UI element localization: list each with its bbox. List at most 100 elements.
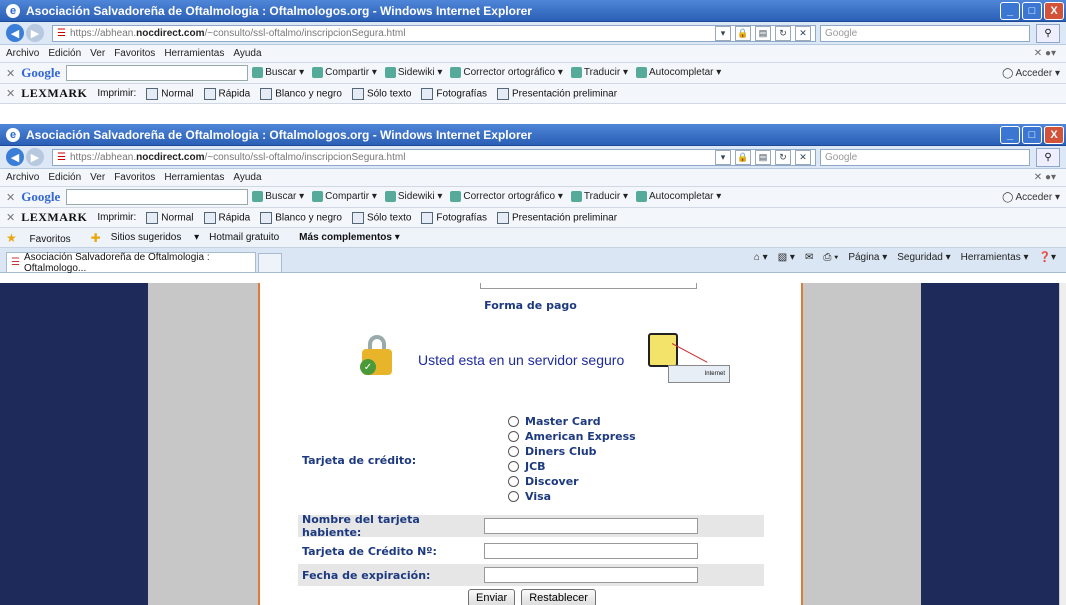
previous-field-input[interactable] bbox=[480, 283, 697, 289]
print-button[interactable]: ⎙ ▾ bbox=[823, 252, 838, 263]
lexmark-normal[interactable]: Normal bbox=[146, 211, 194, 224]
refresh-icon[interactable]: ↻ bbox=[775, 149, 791, 165]
google-corrector[interactable]: Corrector ortográfico ▾ bbox=[450, 67, 563, 79]
radio-icon[interactable] bbox=[508, 431, 519, 442]
lexmark-bn[interactable]: Blanco y negro bbox=[260, 211, 342, 224]
toolbar-close-icon[interactable]: ✕ bbox=[6, 191, 15, 204]
cmd-seguridad[interactable]: Seguridad ▾ bbox=[897, 252, 950, 263]
toolbar-close-icon[interactable]: ✕ bbox=[6, 67, 15, 80]
cmd-pagina[interactable]: Página ▾ bbox=[848, 252, 887, 263]
minimize-button[interactable]: _ bbox=[1000, 125, 1020, 144]
lexmark-close-icon[interactable]: ✕ bbox=[6, 211, 15, 224]
forward-icon[interactable]: ▶ bbox=[26, 148, 44, 166]
minimize-button[interactable]: _ bbox=[1000, 1, 1020, 20]
fav-hotmail[interactable]: Hotmail gratuito bbox=[209, 232, 289, 243]
search-input[interactable]: Google bbox=[820, 148, 1030, 166]
lock-icon[interactable]: 🔒 bbox=[735, 25, 751, 41]
google-compartir[interactable]: Compartir ▾ bbox=[312, 67, 377, 79]
lexmark-rapida[interactable]: Rápida bbox=[203, 87, 250, 100]
home-icon[interactable]: ⌂ ▾ bbox=[754, 252, 768, 263]
google-corrector[interactable]: Corrector ortográfico ▾ bbox=[450, 191, 563, 203]
menu-edicion[interactable]: Edición bbox=[48, 48, 81, 59]
cmd-herramientas[interactable]: Herramientas ▾ bbox=[961, 252, 1029, 263]
dropdown-icon[interactable]: ▾ bbox=[715, 149, 731, 165]
close-button[interactable]: X bbox=[1044, 125, 1064, 144]
menu-herramientas[interactable]: Herramientas bbox=[164, 48, 224, 59]
google-traducir[interactable]: Traducir ▾ bbox=[570, 191, 628, 203]
menu-close-icon[interactable]: ✕ ●▾ bbox=[1034, 172, 1056, 183]
google-acceder[interactable]: ◯ Acceder ▾ bbox=[1002, 192, 1060, 203]
url-input[interactable]: ☰ https://abhean. nocdirect.com/~consulto… bbox=[52, 148, 816, 166]
option-american-express[interactable]: American Express bbox=[508, 429, 636, 444]
google-buscar[interactable]: Buscar ▾ bbox=[252, 67, 304, 79]
google-search-input[interactable] bbox=[66, 189, 249, 205]
compat-icon[interactable]: ▤ bbox=[755, 149, 771, 165]
feeds-icon[interactable]: ▧ ▾ bbox=[778, 252, 795, 263]
menu-edicion[interactable]: Edición bbox=[48, 172, 81, 183]
submit-button[interactable]: Enviar bbox=[468, 589, 516, 605]
option-discover[interactable]: Discover bbox=[508, 474, 636, 489]
radio-icon[interactable] bbox=[508, 461, 519, 472]
lexmark-rapida[interactable]: Rápida bbox=[203, 211, 250, 224]
menu-ayuda[interactable]: Ayuda bbox=[233, 172, 261, 183]
search-input[interactable]: Google bbox=[820, 24, 1030, 42]
back-icon[interactable]: ◀ bbox=[6, 24, 24, 42]
lock-icon[interactable]: 🔒 bbox=[735, 149, 751, 165]
fav-sitios[interactable]: Sitios sugeridos ▾ bbox=[111, 232, 199, 243]
google-autocompletar[interactable]: Autocompletar ▾ bbox=[636, 191, 721, 203]
fav-mas[interactable]: Más complementos ▾ bbox=[299, 232, 400, 243]
radio-icon[interactable] bbox=[508, 491, 519, 502]
lexmark-preview[interactable]: Presentación preliminar bbox=[497, 87, 617, 100]
radio-icon[interactable] bbox=[508, 446, 519, 457]
menu-archivo[interactable]: Archivo bbox=[6, 48, 39, 59]
lexmark-texto[interactable]: Sólo texto bbox=[351, 211, 411, 224]
option-jcb[interactable]: JCB bbox=[508, 459, 636, 474]
cardholder-input[interactable] bbox=[484, 518, 698, 534]
google-sidewiki[interactable]: Sidewiki ▾ bbox=[384, 67, 442, 79]
help-icon[interactable]: ❓▾ bbox=[1039, 252, 1056, 263]
option-diners-club[interactable]: Diners Club bbox=[508, 444, 636, 459]
menu-favoritos[interactable]: Favoritos bbox=[114, 172, 155, 183]
reset-button[interactable]: Restablecer bbox=[521, 589, 596, 605]
maximize-button[interactable]: □ bbox=[1022, 1, 1042, 20]
google-search-input[interactable] bbox=[66, 65, 249, 81]
menu-close-icon[interactable]: ✕ ●▾ bbox=[1034, 48, 1056, 59]
lexmark-bn[interactable]: Blanco y negro bbox=[260, 87, 342, 100]
card-number-input[interactable] bbox=[484, 543, 698, 559]
radio-icon[interactable] bbox=[508, 416, 519, 427]
refresh-icon[interactable]: ↻ bbox=[775, 25, 791, 41]
stop-icon[interactable]: ✕ bbox=[795, 149, 811, 165]
new-tab-button[interactable] bbox=[258, 253, 282, 272]
lexmark-fotos[interactable]: Fotografías bbox=[421, 87, 487, 100]
google-sidewiki[interactable]: Sidewiki ▾ bbox=[384, 191, 442, 203]
lexmark-preview[interactable]: Presentación preliminar bbox=[497, 211, 617, 224]
back-icon[interactable]: ◀ bbox=[6, 148, 24, 166]
option-visa[interactable]: Visa bbox=[508, 489, 636, 504]
menu-favoritos[interactable]: Favoritos bbox=[114, 48, 155, 59]
search-icon[interactable]: ⚲ bbox=[1036, 147, 1060, 167]
search-icon[interactable]: ⚲ bbox=[1036, 23, 1060, 43]
vertical-scrollbar[interactable] bbox=[1059, 283, 1066, 605]
radio-icon[interactable] bbox=[508, 476, 519, 487]
lexmark-texto[interactable]: Sólo texto bbox=[351, 87, 411, 100]
forward-icon[interactable]: ▶ bbox=[26, 24, 44, 42]
close-button[interactable]: X bbox=[1044, 1, 1064, 20]
favorites-button[interactable]: ★ Favoritos bbox=[6, 231, 81, 245]
lexmark-fotos[interactable]: Fotografías bbox=[421, 211, 487, 224]
menu-herramientas[interactable]: Herramientas bbox=[164, 172, 224, 183]
stop-icon[interactable]: ✕ bbox=[795, 25, 811, 41]
dropdown-icon[interactable]: ▾ bbox=[715, 25, 731, 41]
tab-active[interactable]: ☰ Asociación Salvadoreña de Oftalmologia… bbox=[6, 252, 256, 274]
mail-icon[interactable]: ✉ bbox=[805, 252, 813, 263]
google-acceder[interactable]: ◯ Acceder ▾ bbox=[1002, 68, 1060, 79]
url-input[interactable]: ☰ https://abhean. nocdirect.com/~consulto… bbox=[52, 24, 816, 42]
google-traducir[interactable]: Traducir ▾ bbox=[570, 67, 628, 79]
google-autocompletar[interactable]: Autocompletar ▾ bbox=[636, 67, 721, 79]
maximize-button[interactable]: □ bbox=[1022, 125, 1042, 144]
menu-archivo[interactable]: Archivo bbox=[6, 172, 39, 183]
google-compartir[interactable]: Compartir ▾ bbox=[312, 191, 377, 203]
option-master-card[interactable]: Master Card bbox=[508, 414, 636, 429]
menu-ver[interactable]: Ver bbox=[90, 172, 105, 183]
title-bar[interactable]: e Asociación Salvadoreña de Oftalmologia… bbox=[0, 0, 1066, 22]
google-buscar[interactable]: Buscar ▾ bbox=[252, 191, 304, 203]
